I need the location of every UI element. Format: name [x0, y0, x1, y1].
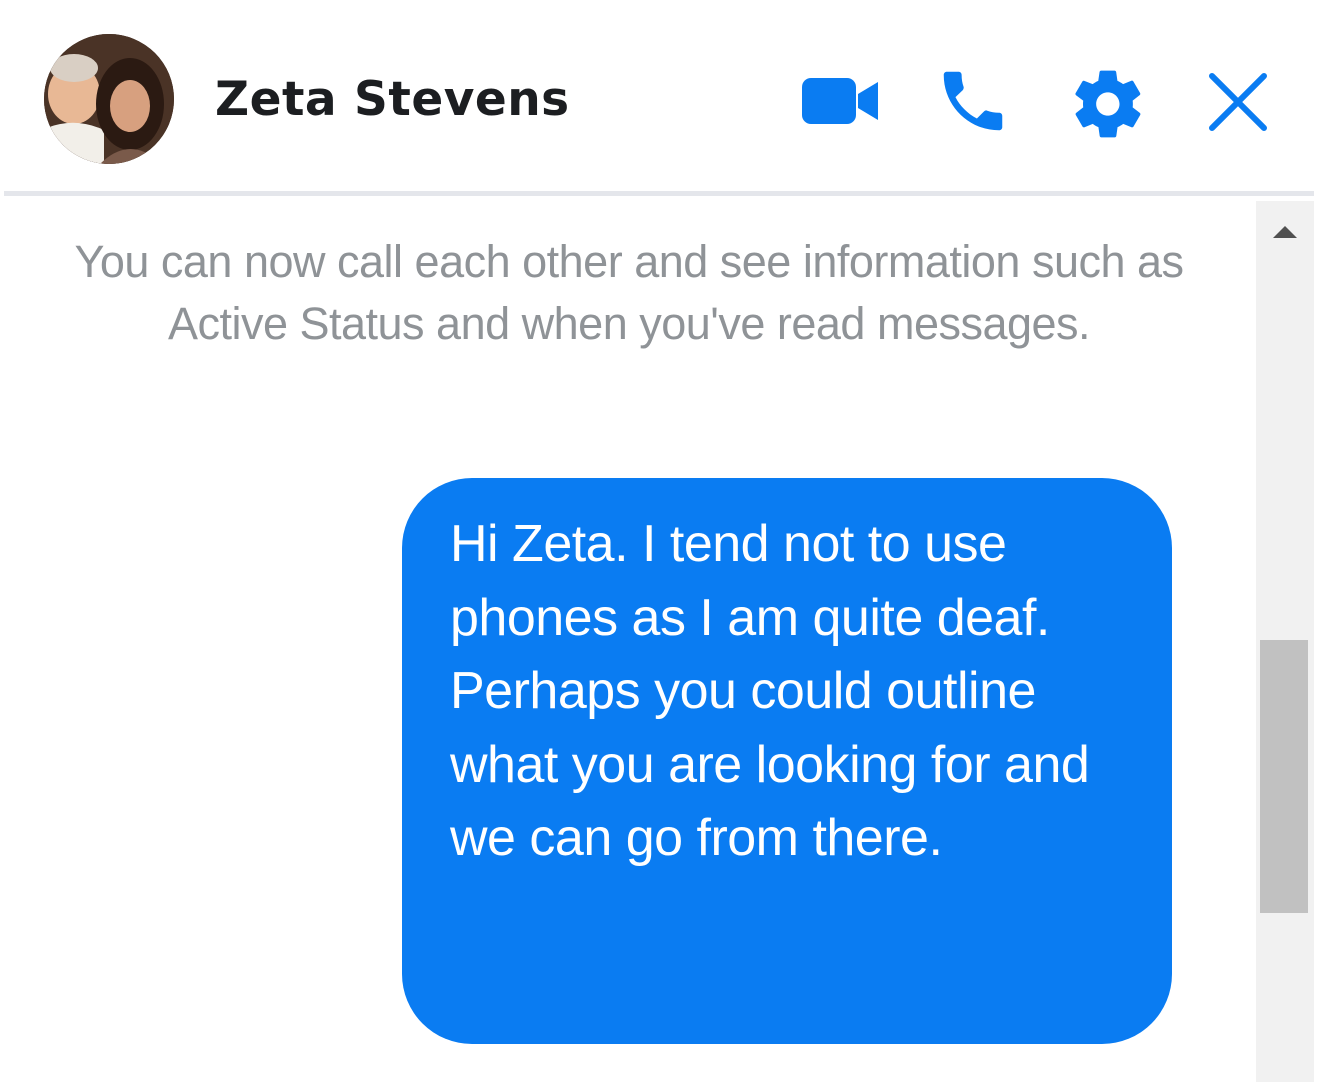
- video-camera-icon[interactable]: [800, 70, 880, 130]
- phone-icon[interactable]: [932, 62, 1014, 140]
- avatar-photo: [44, 34, 174, 164]
- scrollbar[interactable]: [1256, 201, 1314, 1082]
- outgoing-message-bubble[interactable]: Hi Zeta. I tend not to use phones as I a…: [402, 478, 1172, 1044]
- close-icon[interactable]: [1202, 66, 1274, 138]
- system-notice: You can now call each other and see info…: [74, 236, 1184, 349]
- avatar[interactable]: [44, 34, 174, 164]
- chat-window: Zeta Stevens You can now call each other…: [0, 0, 1318, 1082]
- contact-name[interactable]: Zeta Stevens: [215, 72, 570, 127]
- scrollbar-thumb[interactable]: [1260, 640, 1308, 913]
- message-text: Hi Zeta. I tend not to use phones as I a…: [450, 515, 1090, 867]
- chat-header: Zeta Stevens: [4, 0, 1314, 196]
- message-list[interactable]: You can now call each other and see info…: [4, 201, 1314, 1082]
- scroll-up-arrow-icon[interactable]: [1256, 215, 1314, 249]
- gear-icon[interactable]: [1068, 64, 1148, 144]
